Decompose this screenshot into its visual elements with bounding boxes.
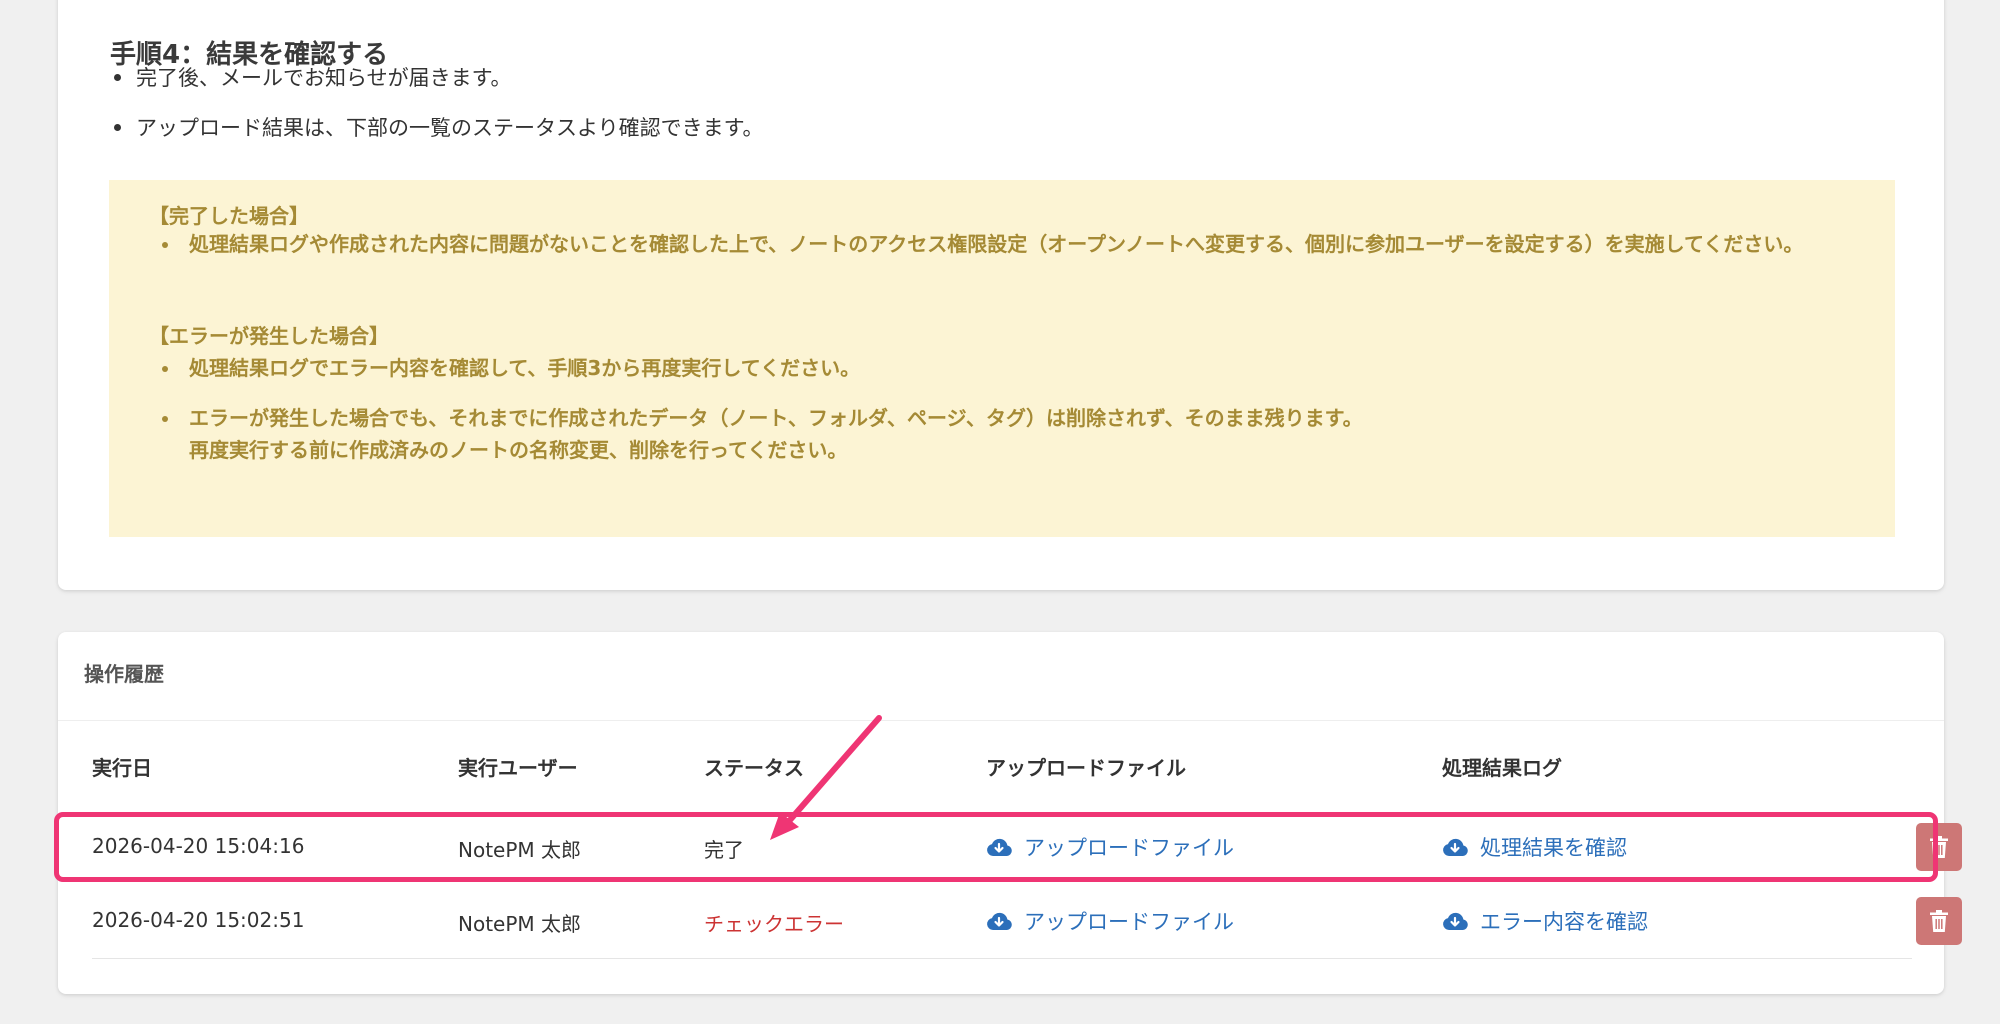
- step4-bullet-1: 完了後、メールでお知らせが届きます。: [113, 62, 511, 92]
- delete-button[interactable]: [1916, 897, 1962, 945]
- column-header-date: 実行日: [92, 756, 152, 780]
- row-status: チェックエラー: [704, 912, 844, 936]
- column-header-user: 実行ユーザー: [458, 756, 578, 780]
- table-row: 2026-04-20 15:04:16 NotePM 太郎 完了 アップロードフ…: [92, 812, 1962, 884]
- column-header-upload-file: アップロードファイル: [986, 756, 1186, 780]
- column-header-result-log: 処理結果ログ: [1442, 756, 1562, 780]
- cloud-download-icon: [987, 838, 1012, 856]
- row-user: NotePM 太郎: [458, 838, 582, 862]
- upload-file-link-label: アップロードファイル: [1024, 836, 1234, 860]
- trash-icon: [1930, 836, 1948, 858]
- notice-success-heading: 【完了した場合】: [149, 204, 309, 228]
- notice-error-heading: 【エラーが発生した場合】: [149, 324, 389, 348]
- notice-success-item-1: 処理結果ログや作成された内容に問題がないことを確認した上で、ノートのアクセス権限…: [162, 228, 1875, 260]
- result-log-link-label: 処理結果を確認: [1480, 836, 1627, 860]
- notice-error-item-1: 処理結果ログでエラー内容を確認して、手順3から再度実行してください。: [161, 352, 860, 384]
- upload-file-link[interactable]: アップロードファイル: [986, 832, 1234, 862]
- trash-icon: [1930, 910, 1948, 932]
- history-divider: [58, 720, 1944, 721]
- column-header-status: ステータス: [704, 756, 804, 780]
- error-detail-link[interactable]: エラー内容を確認: [1442, 906, 1648, 936]
- notice-box: 【完了した場合】 処理結果ログや作成された内容に問題がないことを確認した上で、ノ…: [109, 180, 1895, 537]
- history-card: 操作履歴 実行日 実行ユーザー ステータス アップロードファイル 処理結果ログ …: [58, 632, 1962, 994]
- step4-card: 手順4：結果を確認する 完了後、メールでお知らせが届きます。 アップロード結果は…: [58, 0, 1944, 590]
- cloud-download-icon: [987, 912, 1012, 930]
- row-user: NotePM 太郎: [458, 912, 582, 936]
- cloud-download-icon: [1443, 912, 1468, 930]
- row-date: 2026-04-20 15:04:16: [92, 834, 305, 858]
- row-status: 完了: [704, 838, 744, 862]
- step4-bullet-2: アップロード結果は、下部の一覧のステータスより確認できます。: [113, 112, 763, 142]
- cloud-download-icon: [1443, 838, 1468, 856]
- delete-button[interactable]: [1916, 823, 1962, 871]
- history-title: 操作履歴: [84, 662, 164, 686]
- row-date: 2026-04-20 15:02:51: [92, 908, 305, 932]
- table-row: 2026-04-20 15:02:51 NotePM 太郎 チェックエラー アッ…: [92, 886, 1962, 959]
- error-detail-link-label: エラー内容を確認: [1480, 910, 1648, 934]
- result-log-link[interactable]: 処理結果を確認: [1442, 832, 1627, 862]
- notice-error-item-2: エラーが発生した場合でも、それまでに作成されたデータ（ノート、フォルダ、ページ、…: [162, 402, 1363, 466]
- upload-file-link[interactable]: アップロードファイル: [986, 906, 1234, 936]
- upload-file-link-label: アップロードファイル: [1024, 910, 1234, 934]
